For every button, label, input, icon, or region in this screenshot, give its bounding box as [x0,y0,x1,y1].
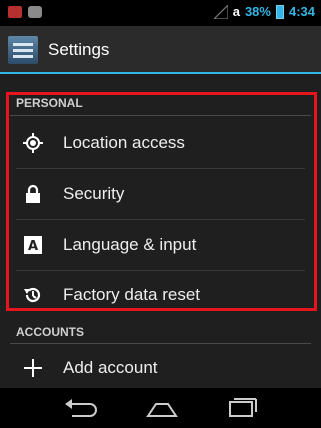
settings-item-location-access[interactable]: Location access [0,118,321,168]
recents-icon[interactable] [222,396,262,420]
back-icon[interactable] [62,396,102,420]
keyboard-a-icon: A [24,236,42,254]
section-divider [10,115,311,116]
location-icon [23,133,43,153]
lock-icon [26,184,40,203]
section-header-accounts: ACCOUNTS [16,325,84,339]
settings-item-label: Location access [63,133,185,152]
battery-icon [275,4,284,19]
home-icon[interactable] [142,396,182,420]
notification-red-icon [8,6,22,18]
reset-icon [24,287,41,303]
settings-item-security[interactable]: Security [0,169,321,219]
settings-item-factory-data-reset[interactable]: Factory data reset [0,270,321,320]
plus-icon [24,359,42,377]
carrier-indicator: a [232,4,240,19]
settings-item-add-account[interactable]: Add account [0,349,321,387]
battery-percent: 38% [244,4,271,19]
settings-item-label: Add account [63,358,158,377]
status-bar: a 38% 4:34 [0,0,321,26]
settings-item-label: Factory data reset [63,285,201,304]
section-header-personal: PERSONAL [16,96,83,110]
navigation-bar [0,388,321,428]
action-bar: Settings [0,26,321,74]
clock: 4:34 [288,4,315,19]
settings-item-language-input[interactable]: A Language & input [0,220,321,270]
page-title: Settings [48,40,110,59]
svg-text:A: A [28,239,38,254]
section-divider [10,343,311,344]
notification-gray-icon [28,6,42,18]
settings-item-label: Language & input [63,235,197,254]
signal-icon [213,4,228,19]
settings-app-icon[interactable] [8,36,38,64]
settings-item-label: Security [63,184,125,203]
